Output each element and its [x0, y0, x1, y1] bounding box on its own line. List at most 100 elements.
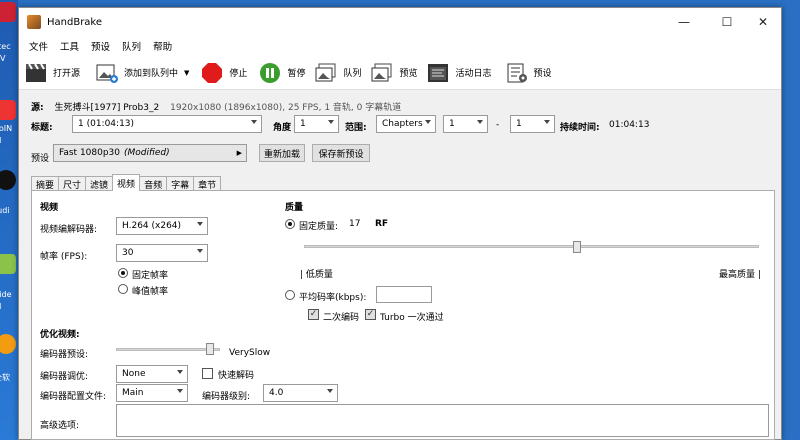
- handbrake-window: HandBrake — ☐ ✕ 文件 工具 预设 队列 帮助 打开源 添加到队列…: [18, 7, 782, 440]
- encoder-preset-slider-track[interactable]: [116, 348, 220, 351]
- maximize-button[interactable]: ☐: [707, 8, 747, 36]
- desktop-app-icon[interactable]: [0, 2, 16, 22]
- two-pass-checkbox[interactable]: ✓: [308, 309, 319, 320]
- tab-dimensions[interactable]: 尺寸: [58, 176, 87, 191]
- advanced-options-input[interactable]: [116, 404, 769, 437]
- reload-preset-button[interactable]: 重新加载: [259, 144, 305, 162]
- desktop-label: tudi: [0, 206, 10, 215]
- presets-button[interactable]: 预设: [502, 58, 556, 88]
- film-clapper-icon: [25, 62, 47, 84]
- menu-tools[interactable]: 工具: [54, 39, 85, 53]
- source-name: 生死搏斗[1977] Prob3_2: [54, 103, 160, 113]
- chevron-down-icon: [328, 120, 334, 124]
- encoder-level-label: 编码器级别:: [202, 392, 251, 402]
- tab-summary[interactable]: 摘要: [31, 176, 60, 191]
- queue-images-icon: [315, 62, 337, 84]
- tab-audio[interactable]: 音频: [139, 176, 168, 191]
- menu-queue[interactable]: 队列: [116, 39, 147, 53]
- desktop-background: stec DV ooIN ul tudi Vide ul 全软: [0, 0, 18, 440]
- pause-button[interactable]: 暂停: [255, 58, 309, 88]
- chevron-down-icon: [477, 120, 483, 124]
- desktop-app-icon[interactable]: [0, 170, 16, 190]
- advanced-options-label: 高级选项:: [40, 421, 80, 431]
- avg-bitrate-label: 平均码率(kbps):: [299, 293, 367, 303]
- chevron-down-icon: [197, 222, 203, 226]
- high-quality-label: 最高质量 |: [719, 270, 761, 280]
- peak-framerate-radio[interactable]: [118, 284, 128, 294]
- video-encoder-select[interactable]: H.264 (x264): [116, 217, 208, 235]
- chevron-down-icon: [177, 370, 183, 374]
- encoder-level-select[interactable]: 4.0: [263, 384, 338, 402]
- stop-button[interactable]: 停止: [197, 58, 251, 88]
- range-separator: -: [496, 120, 500, 130]
- low-quality-label: | 低质量: [300, 270, 333, 280]
- constant-quality-radio[interactable]: [285, 219, 295, 229]
- optimise-section-title: 优化视频:: [40, 330, 80, 340]
- save-new-preset-button[interactable]: 保存新预设: [312, 144, 370, 162]
- title-select[interactable]: 1 (01:04:13): [72, 115, 262, 133]
- menu-help[interactable]: 帮助: [147, 39, 178, 53]
- video-tab-panel: 视频 视频编解码器: H.264 (x264) 帧率 (FPS): 30 固定帧…: [31, 190, 775, 440]
- menu-presets[interactable]: 预设: [85, 39, 116, 53]
- title-label: 标题:: [31, 123, 53, 133]
- queue-button[interactable]: 队列: [311, 58, 365, 88]
- chevron-down-icon: [425, 120, 431, 124]
- preset-selector[interactable]: Fast 1080p30 (Modified) ▶: [53, 144, 247, 162]
- handbrake-app-icon: [27, 15, 41, 29]
- avg-bitrate-input[interactable]: [376, 286, 432, 303]
- tab-video[interactable]: 视频: [112, 174, 141, 191]
- quality-section-title: 质量: [285, 203, 304, 213]
- range-start-select[interactable]: 1: [443, 115, 488, 133]
- preview-button[interactable]: 预览: [367, 58, 421, 88]
- tab-chapters[interactable]: 章节: [193, 176, 222, 191]
- encoder-tune-select[interactable]: None: [116, 365, 188, 383]
- range-end-select[interactable]: 1: [510, 115, 555, 133]
- terminal-log-icon: [427, 62, 449, 84]
- fast-decode-checkbox[interactable]: [202, 368, 213, 379]
- angle-label: 角度: [273, 123, 292, 133]
- toolbar: 打开源 添加到队列中 ▼ 停止 暂停 队列 预览 活动日志 预设: [19, 56, 781, 90]
- encoder-preset-slider-thumb[interactable]: [205, 343, 214, 355]
- preview-image-icon: [371, 62, 393, 84]
- chevron-down-icon: [177, 389, 183, 393]
- chevron-down-icon: [327, 389, 333, 393]
- fast-decode-label: 快速解码: [218, 371, 255, 381]
- desktop-label: ooIN: [0, 124, 13, 133]
- constant-quality-label: 固定质量:: [299, 222, 339, 232]
- desktop-app-icon[interactable]: [0, 254, 16, 274]
- stop-icon: [201, 62, 223, 84]
- desktop-app-icon[interactable]: [0, 100, 16, 120]
- peak-framerate-label: 峰值帧率: [132, 287, 169, 297]
- quality-slider-thumb[interactable]: [573, 241, 581, 253]
- minimize-button[interactable]: —: [664, 8, 704, 36]
- quality-slider-track[interactable]: [304, 245, 759, 248]
- pause-icon: [259, 62, 281, 84]
- tab-subtitles[interactable]: 字幕: [166, 176, 195, 191]
- framerate-select[interactable]: 30: [116, 244, 208, 262]
- range-label: 范围:: [345, 123, 367, 133]
- desktop-label: ul: [0, 136, 1, 145]
- angle-select[interactable]: 1: [294, 115, 339, 133]
- tab-filters[interactable]: 滤镜: [85, 176, 114, 191]
- close-button[interactable]: ✕: [743, 8, 783, 36]
- encoder-label: 视频编解码器:: [40, 225, 98, 235]
- window-title: HandBrake: [47, 16, 103, 28]
- chevron-down-icon[interactable]: ▼: [184, 69, 189, 77]
- encoder-profile-label: 编码器配置文件:: [40, 392, 107, 402]
- desktop-label: stec: [0, 42, 11, 51]
- turbo-first-pass-checkbox[interactable]: ✓: [365, 309, 376, 320]
- desktop-app-icon[interactable]: [0, 334, 16, 354]
- menu-file[interactable]: 文件: [23, 39, 54, 53]
- avg-bitrate-radio[interactable]: [285, 290, 295, 300]
- add-to-queue-button[interactable]: 添加到队列中 ▼: [92, 58, 193, 88]
- encoder-profile-select[interactable]: Main: [116, 384, 188, 402]
- open-source-button[interactable]: 打开源: [21, 58, 84, 88]
- activity-log-button[interactable]: 活动日志: [423, 58, 495, 88]
- source-label: 源:: [31, 103, 44, 113]
- encoder-preset-value: VerySlow: [229, 348, 271, 358]
- constant-framerate-radio[interactable]: [118, 268, 128, 278]
- menu-bar: 文件 工具 预设 队列 帮助: [19, 36, 781, 56]
- source-info: 源: 生死搏斗[1977] Prob3_2 1920x1080 (1896x10…: [31, 100, 401, 113]
- settings-panel-icon: [506, 62, 528, 84]
- range-type-select[interactable]: Chapters: [376, 115, 436, 133]
